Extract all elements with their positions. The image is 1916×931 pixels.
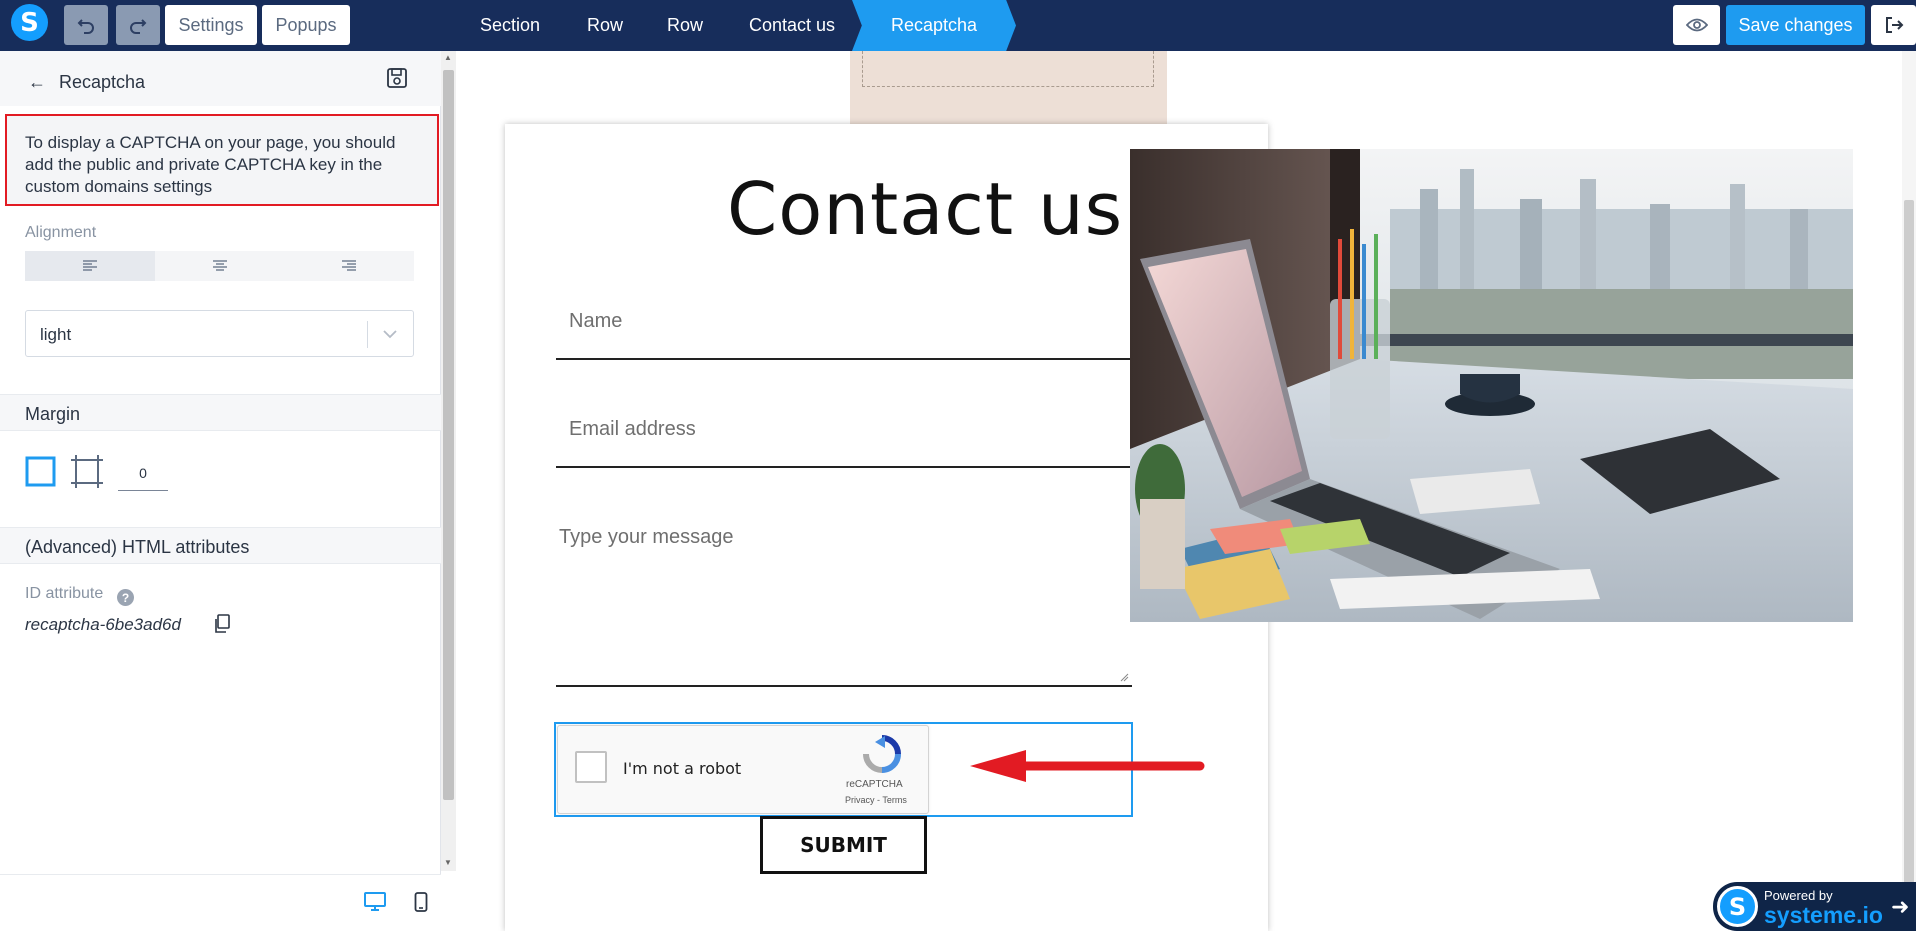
recaptcha-widget[interactable]: I'm not a robot reCAPTCHA Privacy - Term…: [557, 725, 929, 814]
exit-icon: [1885, 17, 1903, 33]
panel-header: ← Recaptcha: [0, 51, 441, 106]
powered-by-badge[interactable]: S Powered by systeme.io ➜: [1713, 882, 1916, 931]
systeme-badge-logo: S: [1717, 886, 1758, 927]
margin-label: Margin: [25, 404, 81, 424]
email-field[interactable]: Email address: [556, 398, 1132, 468]
popups-button[interactable]: Popups: [262, 5, 350, 45]
breadcrumb-contact-us[interactable]: Contact us: [749, 0, 835, 51]
canvas-scrollbar-thumb[interactable]: [1904, 200, 1914, 890]
recaptcha-privacy-terms[interactable]: Privacy - Terms: [845, 795, 907, 805]
id-attribute-value: recaptcha-6be3ad6d: [25, 615, 181, 634]
captcha-notice: To display a CAPTCHA on your page, you s…: [5, 114, 439, 206]
viewport-switcher: [0, 874, 441, 931]
powered-brand-text: systeme.io: [1764, 902, 1883, 928]
save-changes-button[interactable]: Save changes: [1726, 5, 1865, 45]
empty-dropzone: [862, 51, 1154, 87]
recaptcha-logo-icon: [863, 735, 901, 773]
align-center-option[interactable]: [155, 251, 285, 281]
contact-title: Contact us: [727, 167, 1124, 251]
name-field[interactable]: Name: [556, 290, 1132, 360]
back-arrow-icon[interactable]: ←: [28, 72, 46, 93]
eye-icon: [1685, 18, 1708, 32]
laptop-desk-image: [1130, 149, 1853, 622]
save-icon[interactable]: [386, 67, 408, 89]
breadcrumb-row-inner[interactable]: Row: [667, 0, 703, 51]
alignment-group: [25, 251, 414, 281]
desk-photo: [1130, 149, 1853, 622]
name-placeholder: Name: [569, 310, 623, 332]
recaptcha-label: I'm not a robot: [623, 759, 742, 778]
align-left-icon: [82, 260, 97, 271]
chevron-down-icon: [383, 330, 397, 339]
panel-scrollbar-thumb[interactable]: [443, 70, 454, 800]
resize-grip-icon[interactable]: [1119, 672, 1129, 682]
preview-button[interactable]: [1673, 5, 1720, 45]
copy-icon[interactable]: [213, 614, 231, 634]
top-toolbar: S Settings Popups Section Row Row Contac…: [0, 0, 1916, 51]
theme-select[interactable]: light: [25, 310, 414, 357]
theme-select-value: light: [40, 325, 72, 344]
arrow-right-icon: ➜: [1891, 894, 1910, 919]
systeme-logo: S: [11, 4, 48, 41]
submit-button[interactable]: SUBMIT: [760, 816, 927, 874]
undo-button[interactable]: [64, 5, 108, 45]
advanced-label: (Advanced) HTML attributes: [25, 537, 250, 557]
align-left-option[interactable]: [25, 251, 155, 281]
select-divider: [367, 321, 368, 348]
powered-by-text: Powered by: [1764, 888, 1833, 903]
redo-button[interactable]: [116, 5, 160, 45]
email-placeholder: Email address: [569, 418, 696, 440]
recaptcha-checkbox[interactable]: [575, 751, 607, 783]
exit-button[interactable]: [1871, 5, 1916, 45]
message-field[interactable]: Type your message: [556, 508, 1132, 687]
margin-sides-icon[interactable]: [70, 454, 104, 489]
breadcrumb-recaptcha[interactable]: Recaptcha: [852, 0, 1016, 51]
align-right-option[interactable]: [284, 251, 414, 281]
mobile-icon[interactable]: [414, 892, 428, 912]
settings-button[interactable]: Settings: [165, 5, 257, 45]
panel-title: Recaptcha: [59, 72, 146, 92]
red-arrow-annotation-icon: [970, 750, 1205, 782]
id-attribute-label: ID attribute: [25, 585, 104, 602]
margin-all-icon[interactable]: [25, 456, 56, 487]
settings-panel: ← Recaptcha To display a CAPTCHA on your…: [0, 51, 441, 931]
recaptcha-brand: reCAPTCHA: [846, 779, 903, 790]
scroll-down-icon[interactable]: ▼: [444, 858, 452, 867]
help-icon[interactable]: ?: [117, 589, 134, 606]
margin-input[interactable]: 0: [118, 465, 168, 491]
alignment-label: Alignment: [25, 224, 97, 241]
advanced-section-header: (Advanced) HTML attributes: [0, 527, 441, 564]
breadcrumb-row[interactable]: Row: [587, 0, 623, 51]
desktop-icon[interactable]: [364, 892, 386, 912]
redo-icon: [130, 19, 147, 34]
scroll-up-icon[interactable]: ▲: [444, 53, 452, 62]
message-placeholder: Type your message: [559, 526, 734, 548]
align-right-icon: [342, 260, 357, 271]
breadcrumb-section[interactable]: Section: [480, 0, 540, 51]
undo-icon: [77, 19, 94, 34]
margin-section-header: Margin: [0, 394, 441, 431]
align-center-icon: [212, 260, 227, 271]
